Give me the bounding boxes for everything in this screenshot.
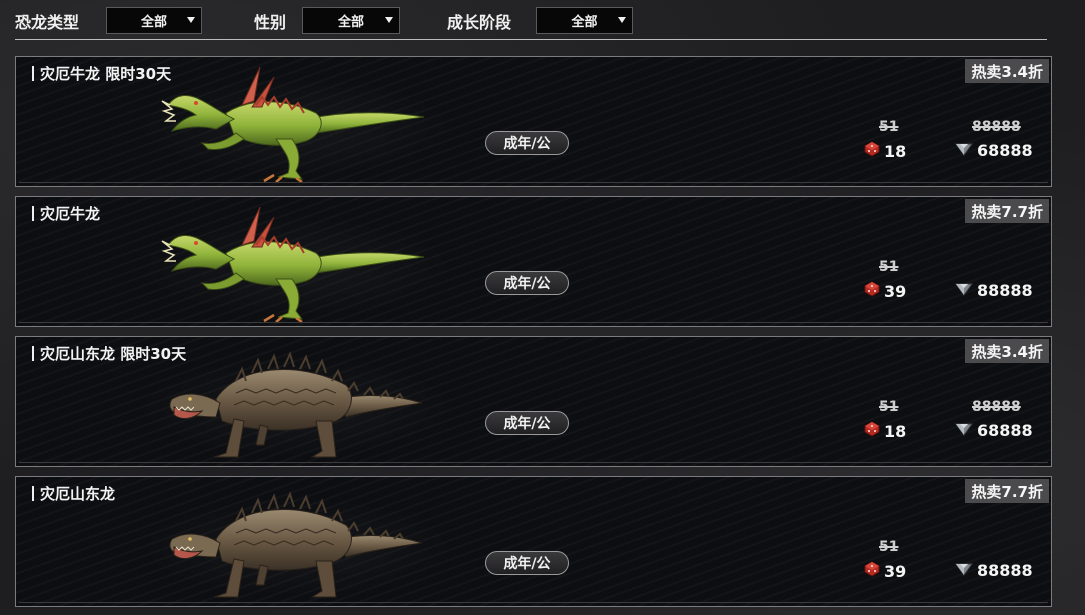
card-title: 灾厄牛龙: [32, 203, 100, 223]
product-card[interactable]: 灾厄山东龙 热卖7.7折 成年/公 51 39 88888: [15, 476, 1052, 607]
growth-stage-dropdown-value: 全部: [571, 15, 598, 30]
sale-badge: 热卖3.4折: [965, 59, 1049, 83]
gem-price-value: 88888: [977, 561, 1033, 580]
card-title: 灾厄山东龙: [32, 483, 115, 503]
raptor-dino-image: [156, 61, 426, 184]
silver-gem-icon: [955, 561, 977, 580]
gem-price: 68888: [955, 141, 1033, 160]
gem-original-price: 88888: [972, 119, 1021, 135]
growth-stage-dropdown[interactable]: 全部: [536, 7, 633, 34]
dice-price: 39: [864, 561, 906, 581]
dropdown-caret-icon: [187, 17, 195, 23]
filter-growth-stage-label: 成长阶段: [447, 13, 512, 32]
dropdown-caret-icon: [385, 17, 393, 23]
red-dice-icon: [864, 281, 884, 301]
dice-price-value: 39: [884, 281, 907, 301]
card-title: 灾厄牛龙 限时30天: [32, 63, 171, 83]
gem-price: 88888: [955, 281, 1033, 300]
filter-dino-type: 恐龙类型: [15, 6, 79, 36]
filter-gender-label: 性别: [254, 13, 287, 32]
dino-type-dropdown[interactable]: 全部: [106, 7, 202, 34]
dice-price-value: 18: [884, 141, 907, 161]
sale-badge: 热卖7.7折: [965, 479, 1049, 503]
dice-price: 18: [864, 421, 906, 441]
growth-stage-pill: 成年/公: [485, 271, 569, 295]
title-accent-bar: [32, 205, 34, 221]
dino-name: 灾厄牛龙 限时30天: [40, 64, 172, 83]
sale-badge: 热卖7.7折: [965, 199, 1049, 223]
dice-original-price: 51: [879, 539, 899, 555]
dice-price: 18: [864, 141, 906, 161]
dice-price-value: 39: [884, 561, 907, 581]
product-card[interactable]: 灾厄牛龙 热卖7.7折 成年/公 51 39 88888: [15, 196, 1052, 327]
gender-dropdown-value: 全部: [337, 15, 364, 30]
title-accent-bar: [32, 345, 34, 361]
filter-bar: 恐龙类型 全部 性别 全部 成长阶段 全部: [0, 0, 1085, 42]
card-bottom-rule: [19, 462, 1048, 463]
gem-original-price: 88888: [972, 399, 1021, 415]
gender-dropdown[interactable]: 全部: [302, 7, 400, 34]
dice-original-price: 51: [879, 399, 899, 415]
filter-gender: 性别: [254, 6, 286, 36]
filter-dino-type-label: 恐龙类型: [15, 13, 80, 32]
title-accent-bar: [32, 485, 34, 501]
red-dice-icon: [864, 141, 884, 161]
dice-original-price: 51: [879, 119, 899, 135]
gem-price: 88888: [955, 561, 1033, 580]
filter-divider: [15, 39, 1047, 40]
growth-stage-pill: 成年/公: [485, 551, 569, 575]
ankylosaur-dino-image: [156, 341, 426, 463]
dice-original-price: 51: [879, 259, 899, 275]
dino-shop-page: 恐龙类型 全部 性别 全部 成长阶段 全部 灾厄牛龙 限时30天 热卖3.4折: [0, 0, 1085, 615]
raptor-dino-image: [156, 201, 426, 324]
red-dice-icon: [864, 561, 884, 581]
filter-growth-stage: 成长阶段: [447, 6, 511, 36]
sale-badge: 热卖3.4折: [965, 339, 1049, 363]
growth-stage-pill: 成年/公: [485, 411, 569, 435]
silver-gem-icon: [955, 281, 977, 300]
dino-name: 灾厄山东龙: [40, 484, 116, 503]
red-dice-icon: [864, 421, 884, 441]
card-bottom-rule: [19, 602, 1048, 603]
gem-price-value: 68888: [977, 421, 1033, 440]
gem-price: 68888: [955, 421, 1033, 440]
title-accent-bar: [32, 65, 34, 81]
dino-type-dropdown-value: 全部: [140, 15, 167, 30]
growth-stage-pill: 成年/公: [485, 131, 569, 155]
gem-price-value: 68888: [977, 141, 1033, 160]
product-card[interactable]: 灾厄牛龙 限时30天 热卖3.4折 成年/公 51 18 88888 68888: [15, 56, 1052, 187]
card-bottom-rule: [19, 182, 1048, 183]
ankylosaur-dino-image: [156, 481, 426, 603]
silver-gem-icon: [955, 421, 977, 440]
silver-gem-icon: [955, 141, 977, 160]
dino-name: 灾厄牛龙: [40, 204, 101, 223]
product-card[interactable]: 灾厄山东龙 限时30天 热卖3.4折 成年/公 51 18 88888 6888…: [15, 336, 1052, 467]
dice-price: 39: [864, 281, 906, 301]
dropdown-caret-icon: [618, 17, 626, 23]
card-bottom-rule: [19, 322, 1048, 323]
dice-price-value: 18: [884, 421, 907, 441]
gem-price-value: 88888: [977, 281, 1033, 300]
